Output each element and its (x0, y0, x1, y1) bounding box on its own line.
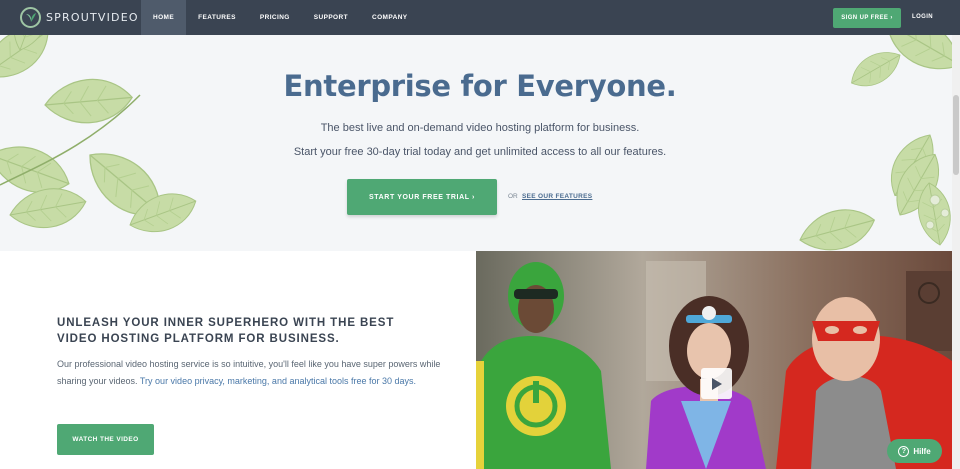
help-icon: ? (898, 445, 910, 457)
watch-video-button[interactable]: WATCH THE VIDEO (57, 424, 154, 455)
logo-text: SPROUTVIDEO (46, 11, 139, 24)
or-text: OR (508, 193, 518, 200)
sprout-logo-icon (20, 7, 41, 28)
help-button[interactable]: ? Hilfe (887, 439, 942, 463)
scrollbar-thumb[interactable] (953, 95, 959, 175)
hero-subtitle-2: Start your free 30-day trial today and g… (293, 146, 667, 158)
help-label: Hilfe (913, 446, 931, 456)
section-body: Our professional video hosting service i… (57, 356, 447, 389)
nav-item-features[interactable]: FEATURES (186, 0, 248, 35)
play-icon (711, 377, 722, 390)
nav-item-pricing[interactable]: PRICING (248, 0, 302, 35)
video-play-button[interactable] (701, 368, 732, 399)
nav-item-home[interactable]: HOME (141, 0, 187, 35)
trial-inline-link[interactable]: Try our video privacy, marketing, and an… (140, 376, 416, 386)
leaf-decoration (0, 35, 960, 251)
sign-up-button[interactable]: SIGN UP FREE › (833, 8, 901, 28)
nav-item-support[interactable]: SUPPORT (302, 0, 360, 35)
nav-item-company[interactable]: COMPANY (360, 0, 420, 35)
hero-subtitle-1: The best live and on-demand video hostin… (320, 122, 640, 134)
page-scrollbar[interactable] (952, 35, 960, 469)
hero-title: Enterprise for Everyone. (283, 69, 677, 103)
main-nav: HOME FEATURES PRICING SUPPORT COMPANY (141, 0, 420, 35)
section-heading: UNLEASH YOUR INNER SUPERHERO WITH THE BE… (57, 317, 395, 345)
login-link[interactable]: LOGIN (912, 14, 933, 20)
logo[interactable]: SPROUTVIDEO (20, 7, 139, 28)
see-features-link[interactable]: SEE OUR FEATURES (522, 193, 592, 200)
hero-section: Enterprise for Everyone. The best live a… (0, 35, 960, 251)
superhero-video-image (476, 251, 952, 469)
video-thumbnail[interactable] (476, 251, 952, 469)
start-free-trial-button[interactable]: START YOUR FREE TRIAL › (347, 179, 497, 215)
top-nav: SPROUTVIDEO HOME FEATURES PRICING SUPPOR… (0, 0, 960, 35)
